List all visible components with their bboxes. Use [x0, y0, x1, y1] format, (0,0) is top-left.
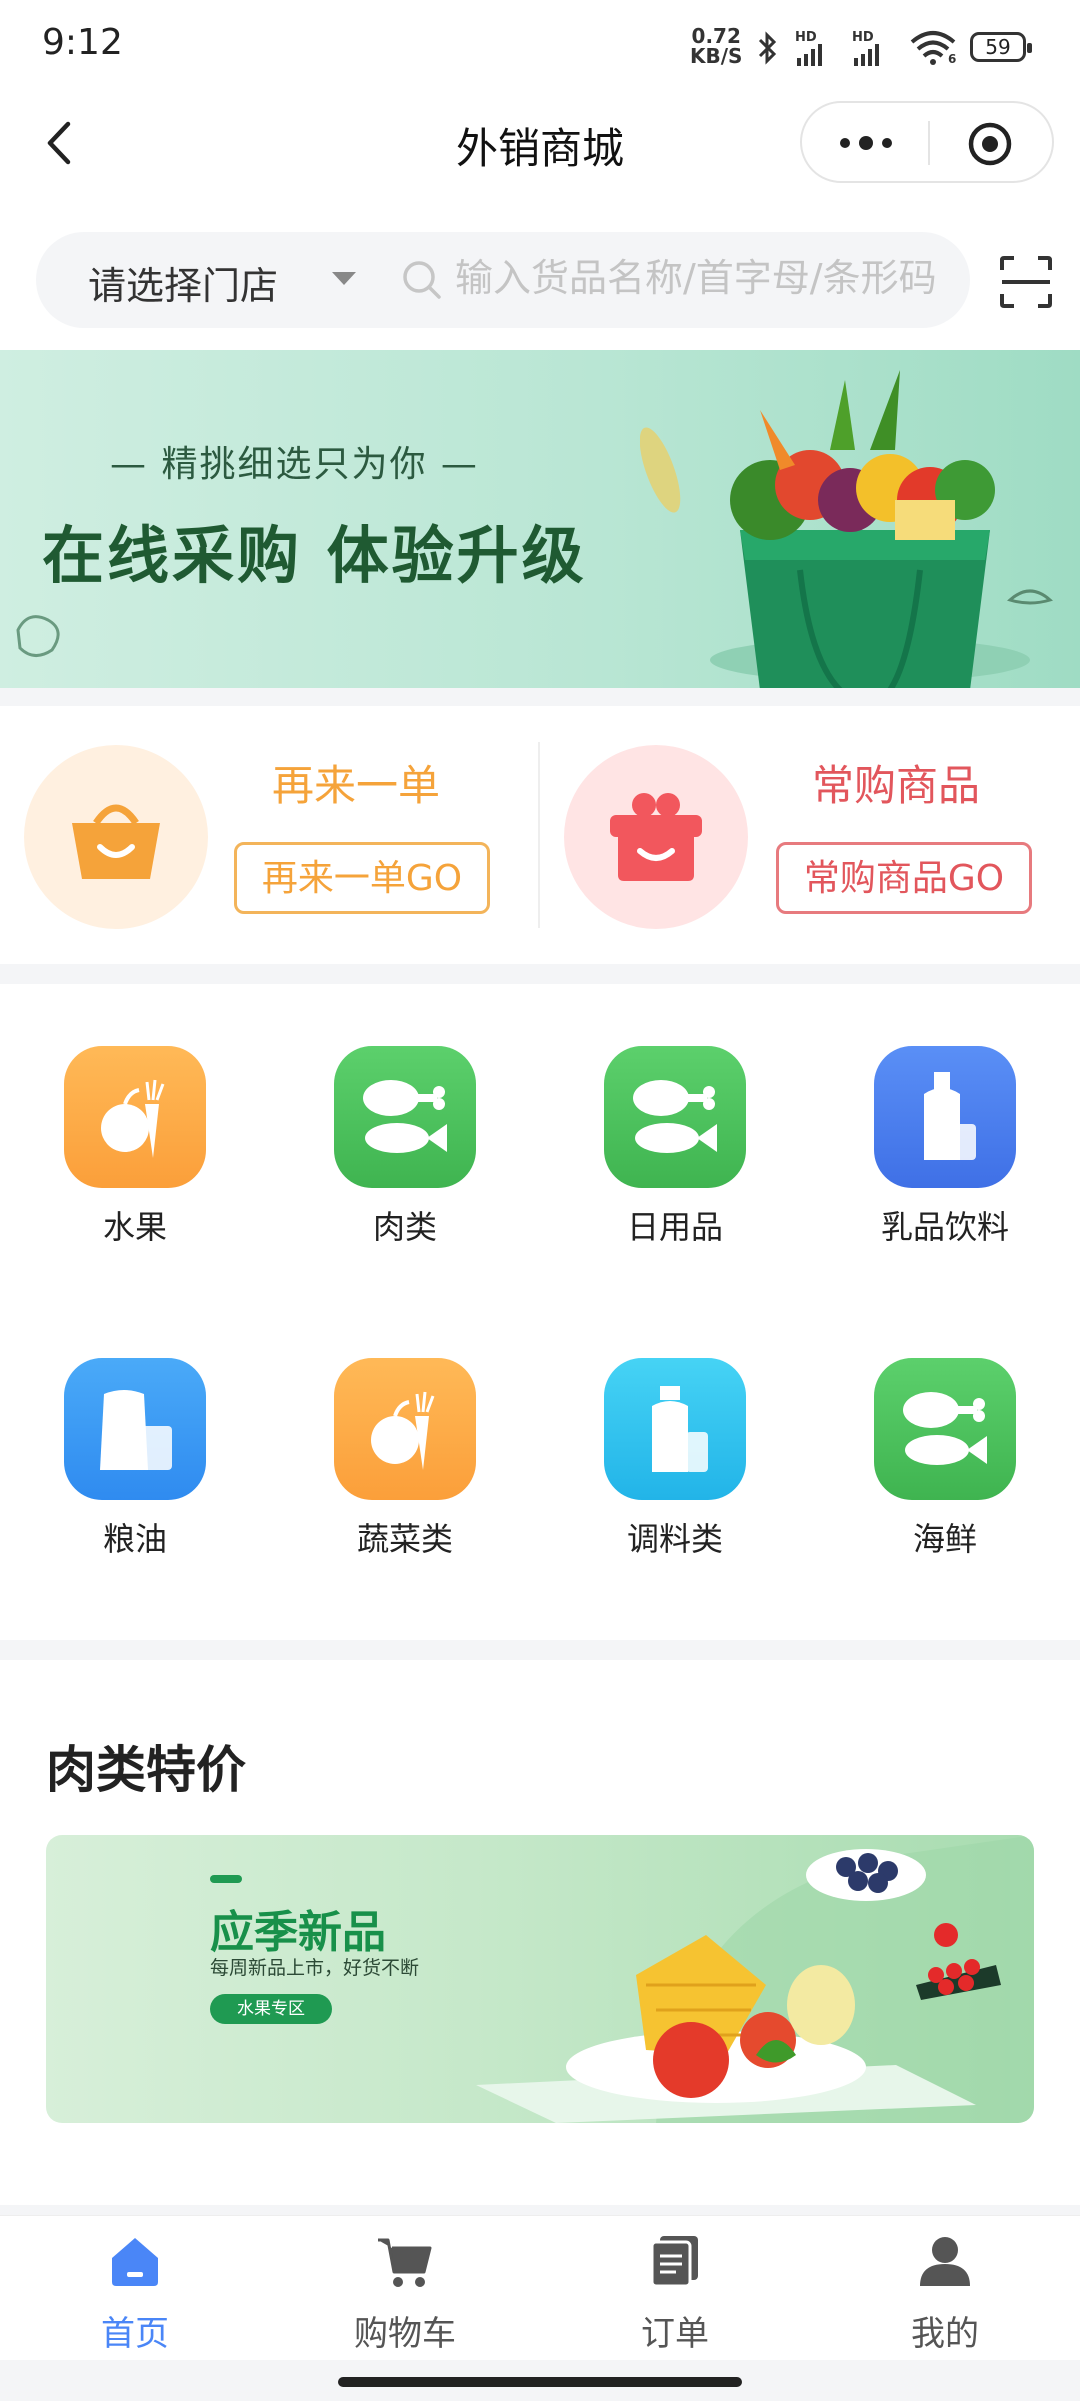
- tab-label: 购物车: [354, 2314, 456, 2354]
- home-icon: [112, 2238, 158, 2286]
- caret-down-icon[interactable]: [332, 272, 356, 285]
- grocery-bag-image: [640, 370, 1053, 688]
- category-item-seasoning[interactable]: 调料类: [565, 1358, 785, 1560]
- reorder-icon-circle[interactable]: [24, 745, 208, 929]
- search-input[interactable]: [455, 252, 955, 304]
- scan-icon[interactable]: [998, 254, 1054, 310]
- category-label: 海鲜: [912, 1520, 977, 1558]
- promo-banner-tag[interactable]: 水果专区: [210, 1994, 332, 2024]
- category-item-seafood[interactable]: 海鲜: [835, 1358, 1055, 1560]
- user-icon: [920, 2237, 970, 2286]
- banner-subtitle: — 精挑细选只为你 —: [110, 444, 479, 485]
- shopping-basket-icon: [72, 804, 160, 879]
- category-item-vegetable[interactable]: 蔬菜类: [295, 1358, 515, 1560]
- tab-orders[interactable]: 订单: [540, 2232, 810, 2355]
- category-label: 肉类: [372, 1208, 437, 1246]
- tab-profile[interactable]: 我的: [810, 2232, 1080, 2355]
- signal-icon: HD: [852, 30, 912, 66]
- frequent-title: 常购商品: [812, 761, 981, 810]
- reorder-title: 再来一单: [272, 761, 441, 810]
- page-title: 外销商城: [455, 124, 624, 173]
- tab-home[interactable]: 首页: [0, 2232, 270, 2355]
- bottle-icon: [874, 1046, 1016, 1188]
- quick-divider: [538, 742, 540, 928]
- seafood-icon: [874, 1358, 1016, 1500]
- tab-label: 首页: [101, 2314, 169, 2354]
- category-label: 乳品饮料: [880, 1208, 1009, 1246]
- pepper-doodle-icon: [16, 615, 60, 657]
- category-item-fruit[interactable]: 水果: [25, 1046, 245, 1248]
- frequent-icon-circle[interactable]: [564, 745, 748, 929]
- search-icon: [403, 261, 441, 299]
- more-dots-icon[interactable]: [836, 133, 896, 153]
- category-item-meat[interactable]: 肉类: [295, 1046, 515, 1248]
- meat-fish-icon: [334, 1046, 476, 1188]
- section-title: 肉类特价: [46, 1741, 246, 1799]
- wifi-icon: 6: [908, 28, 964, 68]
- target-icon[interactable]: [967, 121, 1013, 167]
- tab-label: 订单: [641, 2314, 709, 2354]
- net-speed-unit: KB/S: [690, 44, 743, 68]
- mini-program-capsule: [800, 101, 1054, 183]
- category-item-dairy[interactable]: 乳品饮料: [835, 1046, 1055, 1248]
- cart-icon: [378, 2238, 432, 2287]
- category-label: 蔬菜类: [356, 1520, 453, 1558]
- vegetable-icon: [334, 1358, 476, 1500]
- category-label: 粮油: [102, 1520, 167, 1558]
- category-label: 调料类: [626, 1520, 723, 1558]
- category-item-daily[interactable]: 日用品: [565, 1046, 785, 1248]
- gift-box-icon: [610, 793, 702, 881]
- status-time: 9:12: [42, 22, 123, 63]
- reorder-go-button[interactable]: 再来一单GO: [234, 842, 490, 914]
- chevron-left-icon[interactable]: [40, 118, 80, 168]
- net-speed: 0.72 KB/S: [690, 26, 742, 66]
- net-speed-value: 0.72: [691, 24, 741, 48]
- fruit-icon: [64, 1046, 206, 1188]
- promo-banner-subtitle: 每周新品上市，好货不断: [210, 1957, 420, 1979]
- grain-oil-icon: [64, 1358, 206, 1500]
- banner-title: 在线采购 体验升级: [42, 519, 587, 592]
- promo-accent-bar: [210, 1875, 242, 1883]
- home-indicator[interactable]: [338, 2377, 742, 2387]
- seasoning-icon: [604, 1358, 746, 1500]
- fruit-platter-image: [476, 1835, 1034, 2123]
- frequent-go-button[interactable]: 常购商品GO: [776, 842, 1032, 914]
- category-item-grain-oil[interactable]: 粮油: [25, 1358, 245, 1560]
- category-label: 水果: [102, 1208, 167, 1246]
- capsule-divider: [928, 121, 930, 165]
- store-select[interactable]: 请选择门店: [88, 255, 278, 310]
- battery-indicator: 59: [970, 32, 1032, 62]
- tab-cart[interactable]: 购物车: [270, 2232, 540, 2355]
- promo-banner-title: 应季新品: [210, 1907, 386, 1958]
- order-icon: [650, 2236, 698, 2288]
- promo-banner[interactable]: [46, 1835, 1034, 2123]
- meat-fish-icon: [604, 1046, 746, 1188]
- category-label: 日用品: [626, 1208, 723, 1246]
- bluetooth-icon: [758, 31, 777, 65]
- tab-label: 我的: [911, 2314, 979, 2354]
